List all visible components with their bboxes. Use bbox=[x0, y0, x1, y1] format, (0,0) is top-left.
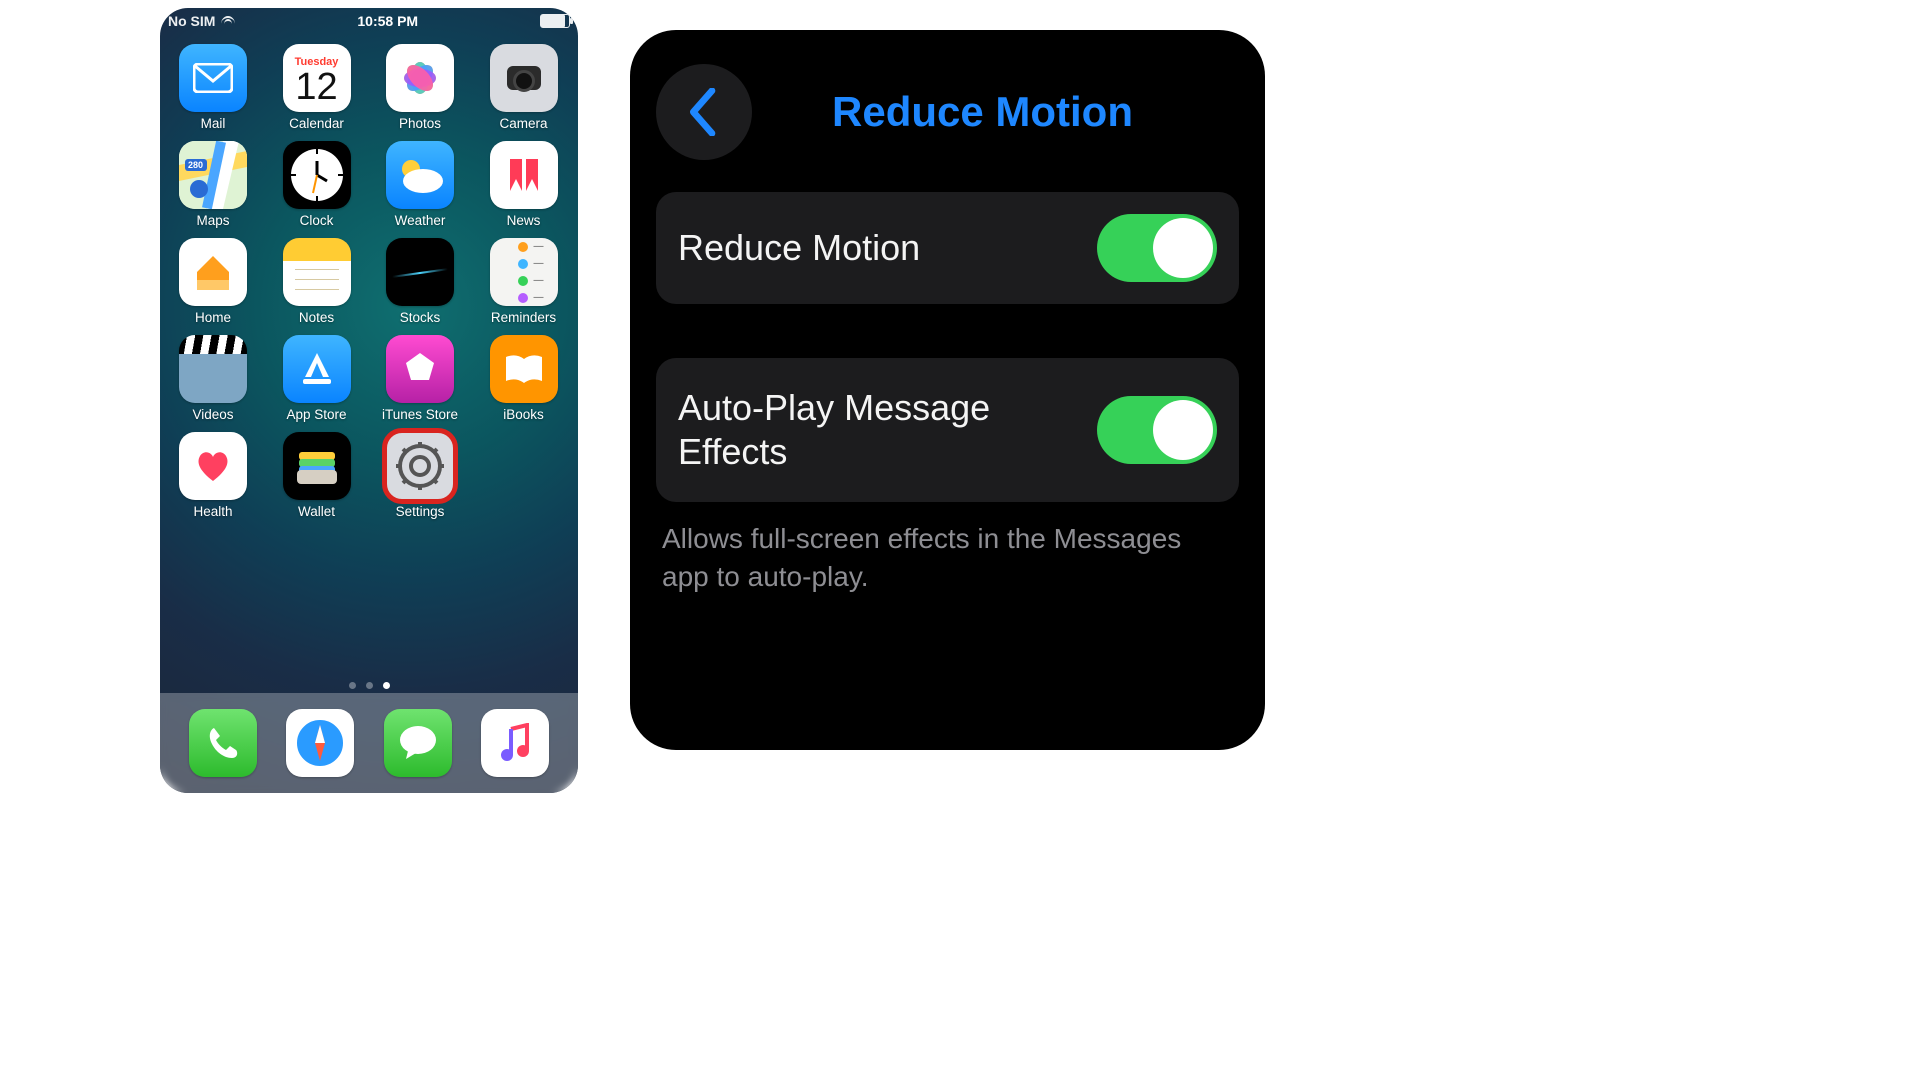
app-mail[interactable]: Mail bbox=[172, 44, 254, 131]
app-label: Photos bbox=[399, 116, 441, 131]
app-label: iTunes Store bbox=[382, 407, 458, 422]
health-icon bbox=[179, 432, 247, 500]
home-icon bbox=[179, 238, 247, 306]
itunes-icon bbox=[386, 335, 454, 403]
notes-icon bbox=[283, 238, 351, 306]
app-label: Notes bbox=[299, 310, 334, 325]
row-label: Reduce Motion bbox=[678, 226, 920, 270]
row-autoplay-effects[interactable]: Auto-Play Message Effects bbox=[656, 358, 1239, 502]
stocks-icon bbox=[386, 238, 454, 306]
dock-messages[interactable]: Messages bbox=[377, 709, 459, 777]
iphone-home-screen: No SIM 10:58 PM Mail Tuesday12 Calendar bbox=[160, 8, 578, 793]
status-carrier: No SIM bbox=[168, 13, 215, 29]
battery-icon bbox=[540, 14, 570, 28]
page-dot bbox=[366, 682, 373, 689]
appstore-icon bbox=[283, 335, 351, 403]
app-label: Clock bbox=[300, 213, 334, 228]
mail-icon bbox=[179, 44, 247, 112]
app-appstore[interactable]: App Store bbox=[276, 335, 358, 422]
app-itunes[interactable]: iTunes Store bbox=[379, 335, 461, 422]
camera-icon bbox=[490, 44, 558, 112]
app-stocks[interactable]: Stocks bbox=[379, 238, 461, 325]
app-wallet[interactable]: Wallet bbox=[276, 432, 358, 519]
photos-icon bbox=[386, 44, 454, 112]
app-label: Calendar bbox=[289, 116, 344, 131]
toggle-reduce-motion[interactable] bbox=[1097, 214, 1217, 282]
back-button[interactable] bbox=[656, 64, 752, 160]
home-apps-grid: Mail Tuesday12 Calendar Ph bbox=[160, 34, 578, 519]
app-calendar[interactable]: Tuesday12 Calendar bbox=[276, 44, 358, 131]
messages-icon bbox=[384, 709, 452, 777]
app-label: Settings bbox=[396, 504, 445, 519]
toggle-autoplay-effects[interactable] bbox=[1097, 396, 1217, 464]
status-bar: No SIM 10:58 PM bbox=[160, 8, 578, 34]
app-label: Home bbox=[195, 310, 231, 325]
toggle-knob bbox=[1153, 218, 1213, 278]
app-label: Camera bbox=[499, 116, 547, 131]
app-label: iBooks bbox=[503, 407, 544, 422]
safari-icon bbox=[286, 709, 354, 777]
dock-phone[interactable]: Phone bbox=[182, 709, 264, 777]
music-icon bbox=[481, 709, 549, 777]
app-label: Stocks bbox=[400, 310, 441, 325]
news-icon bbox=[490, 141, 558, 209]
wifi-icon bbox=[221, 14, 235, 28]
dock: Phone Safari Messages Music bbox=[160, 693, 578, 793]
calendar-icon: Tuesday12 bbox=[283, 44, 351, 112]
app-label: News bbox=[507, 213, 541, 228]
app-label: Health bbox=[193, 504, 232, 519]
app-label: Weather bbox=[395, 213, 446, 228]
app-label: Videos bbox=[192, 407, 233, 422]
app-maps[interactable]: 280 Maps bbox=[172, 141, 254, 228]
app-ibooks[interactable]: iBooks bbox=[483, 335, 565, 422]
panel-header: Reduce Motion bbox=[656, 64, 1239, 160]
phone-icon bbox=[189, 709, 257, 777]
app-weather[interactable]: Weather bbox=[379, 141, 461, 228]
app-camera[interactable]: Camera bbox=[483, 44, 565, 131]
app-label: Reminders bbox=[491, 310, 556, 325]
app-health[interactable]: Health bbox=[172, 432, 254, 519]
ibooks-icon bbox=[490, 335, 558, 403]
dock-music[interactable]: Music bbox=[474, 709, 556, 777]
page-indicator[interactable] bbox=[160, 682, 578, 689]
app-label: App Store bbox=[286, 407, 346, 422]
app-clock[interactable]: Clock bbox=[276, 141, 358, 228]
dock-safari[interactable]: Safari bbox=[279, 709, 361, 777]
chevron-left-icon bbox=[687, 88, 721, 136]
row-label: Auto-Play Message Effects bbox=[678, 386, 1088, 474]
reminders-icon: — — — — bbox=[490, 238, 558, 306]
maps-icon: 280 bbox=[179, 141, 247, 209]
app-photos[interactable]: Photos bbox=[379, 44, 461, 131]
watch-settings-panel: Reduce Motion Reduce Motion Auto-Play Me… bbox=[630, 30, 1265, 750]
calendar-day: 12 bbox=[295, 68, 339, 106]
app-settings[interactable]: Settings bbox=[379, 432, 461, 519]
svg-text:280: 280 bbox=[188, 160, 203, 170]
app-reminders[interactable]: — — — — Reminders bbox=[483, 238, 565, 325]
app-label: Maps bbox=[196, 213, 229, 228]
page-dot bbox=[349, 682, 356, 689]
videos-icon bbox=[179, 335, 247, 403]
status-time: 10:58 PM bbox=[357, 13, 418, 29]
row-reduce-motion[interactable]: Reduce Motion bbox=[656, 192, 1239, 304]
toggle-knob bbox=[1153, 400, 1213, 460]
weather-icon bbox=[386, 141, 454, 209]
page-dot-active bbox=[383, 682, 390, 689]
wallet-icon bbox=[283, 432, 351, 500]
clock-icon bbox=[283, 141, 351, 209]
settings-icon bbox=[386, 432, 454, 500]
app-label: Mail bbox=[201, 116, 226, 131]
app-news[interactable]: News bbox=[483, 141, 565, 228]
app-home[interactable]: Home bbox=[172, 238, 254, 325]
app-videos[interactable]: Videos bbox=[172, 335, 254, 422]
app-notes[interactable]: Notes bbox=[276, 238, 358, 325]
panel-title: Reduce Motion bbox=[832, 88, 1133, 136]
app-label: Wallet bbox=[298, 504, 335, 519]
row-description: Allows full-screen effects in the Messag… bbox=[662, 520, 1233, 596]
